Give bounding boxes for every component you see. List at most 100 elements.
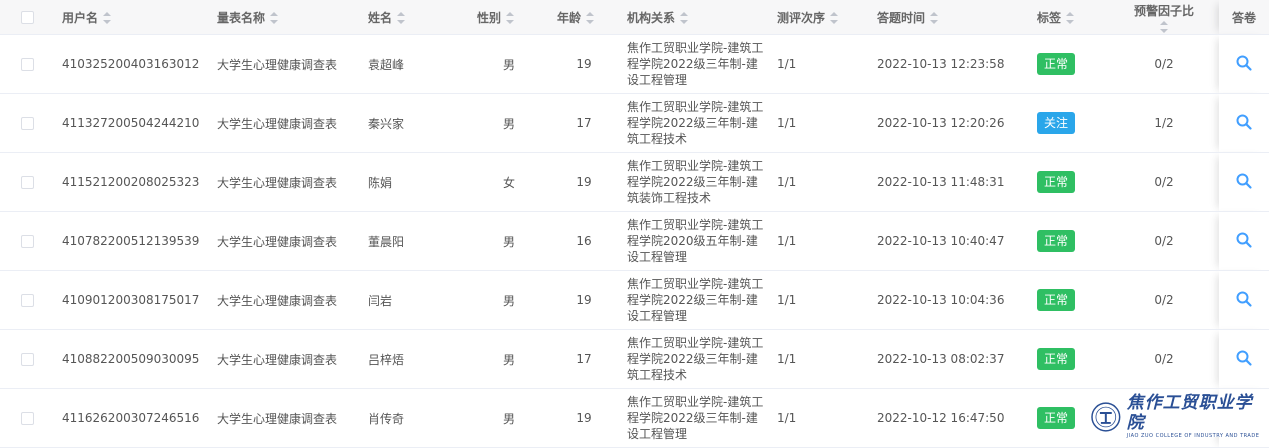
cell-time: 2022-10-13 10:04:36 <box>869 270 1029 330</box>
cell-scale-name: 大学生心理健康调查表 <box>209 152 360 212</box>
row-checkbox-cell <box>0 34 54 94</box>
sort-icon[interactable] <box>680 12 689 24</box>
cell-scale-name: 大学生心理健康调查表 <box>209 388 360 448</box>
cell-user-id: 410901200308175017 <box>54 270 209 330</box>
cell-user-id: 410782200512139539 <box>54 211 209 271</box>
cell-gender: 女 <box>469 152 549 212</box>
cell-order: 1/1 <box>769 270 869 330</box>
cell-scale-name: 大学生心理健康调查表 <box>209 93 360 153</box>
sort-icon[interactable] <box>1066 12 1075 24</box>
table-row[interactable]: 410325200403163012 大学生心理健康调查表 袁超峰男 19 焦作工贸职业… <box>0 34 1269 94</box>
cell-gender: 男 <box>469 34 549 94</box>
table-row[interactable]: 411327200504244210 大学生心理健康调查表 秦兴家男 17 焦作工贸职业… <box>0 93 1269 153</box>
cell-tag: 正常 <box>1029 211 1109 271</box>
cell-answer <box>1219 152 1269 212</box>
cell-answer <box>1219 329 1269 389</box>
row-checkbox[interactable] <box>20 294 34 307</box>
cell-age: 19 <box>549 34 619 94</box>
table-row[interactable]: 411626200307246516 大学生心理健康调查表 肖传奇男 19 焦作工贸职业… <box>0 388 1269 448</box>
cell-org: 焦作工贸职业学院-建筑工程学院2022级三年制-建设工程管理 <box>619 270 769 330</box>
col-header-order[interactable]: 测评次序 <box>769 0 869 35</box>
col-header-time[interactable]: 答题时间 <box>869 0 1029 35</box>
cell-ratio: 0/2 <box>1109 329 1219 389</box>
sort-icon[interactable] <box>930 12 939 24</box>
row-checkbox[interactable] <box>20 176 34 189</box>
table-row[interactable]: 410882200509030095 大学生心理健康调查表 吕梓焐男 17 焦作工贸职业… <box>0 329 1269 389</box>
cell-gender: 男 <box>469 93 549 153</box>
col-header-org[interactable]: 机构关系 <box>619 0 769 35</box>
sort-icon[interactable] <box>270 12 279 24</box>
table-row[interactable]: 411521200208025323 大学生心理健康调查表 陈娟女 19 焦作工贸职业学… <box>0 152 1269 212</box>
search-icon[interactable] <box>1235 231 1253 249</box>
college-name-cn: 焦作工贸职业学院 <box>1126 393 1253 433</box>
college-emblem-icon <box>1091 401 1121 432</box>
cell-tag: 正常 <box>1029 152 1109 212</box>
cell-org: 焦作工贸职业学院-建筑工程学院2022级三年制-建筑工程技术 <box>619 93 769 153</box>
table-row[interactable]: 410782200512139539 大学生心理健康调查表 董晨阳男 16 焦作工贸职业… <box>0 211 1269 271</box>
sort-icon[interactable] <box>830 12 839 24</box>
row-checkbox-cell <box>0 270 54 330</box>
cell-user-id: 410325200403163012 <box>54 34 209 94</box>
row-checkbox[interactable] <box>20 412 34 425</box>
select-all-checkbox[interactable] <box>20 11 34 24</box>
cell-age: 17 <box>549 93 619 153</box>
sort-icon[interactable] <box>1160 20 1168 33</box>
sort-icon[interactable] <box>506 12 515 24</box>
cell-order: 1/1 <box>769 34 869 94</box>
search-icon[interactable] <box>1235 54 1253 72</box>
sort-icon[interactable] <box>586 12 595 24</box>
search-icon[interactable] <box>1235 290 1253 308</box>
search-icon[interactable] <box>1235 172 1253 190</box>
cell-ratio: 0/2 <box>1109 211 1219 271</box>
row-checkbox[interactable] <box>20 353 34 366</box>
cell-tag: 正常 <box>1029 270 1109 330</box>
cell-answer <box>1219 211 1269 271</box>
cell-order: 1/1 <box>769 152 869 212</box>
col-header-ratio[interactable]: 预警因子比 <box>1109 0 1219 35</box>
table-row[interactable]: 410901200308175017 大学生心理健康调查表 闫岩男 19 焦作工贸职业学… <box>0 270 1269 330</box>
cell-org: 焦作工贸职业学院-建筑工程学院2022级三年制-建筑工程技术 <box>619 329 769 389</box>
cell-time: 2022-10-13 12:23:58 <box>869 34 1029 94</box>
cell-gender: 男 <box>469 329 549 389</box>
cell-answer <box>1219 93 1269 153</box>
search-icon[interactable] <box>1235 113 1253 131</box>
sort-icon[interactable] <box>103 12 112 24</box>
col-header-tag[interactable]: 标签 <box>1029 0 1109 35</box>
cell-user-id: 411521200208025323 <box>54 152 209 212</box>
row-checkbox-cell <box>0 329 54 389</box>
cell-tag: 正常 <box>1029 34 1109 94</box>
cell-scale-name: 大学生心理健康调查表 <box>209 329 360 389</box>
sort-icon[interactable] <box>397 12 406 24</box>
col-header-user-id[interactable]: 用户名 <box>54 0 209 35</box>
cell-time: 2022-10-13 10:40:47 <box>869 211 1029 271</box>
col-header-name[interactable]: 姓名 <box>360 0 469 35</box>
college-logo: 焦作工贸职业学院 JIAO ZUO COLLEGE OF INDUSTRY AN… <box>1085 393 1269 439</box>
cell-user-id: 410882200509030095 <box>54 329 209 389</box>
row-checkbox[interactable] <box>20 58 34 71</box>
cell-tag: 关注 <box>1029 93 1109 153</box>
status-badge: 正常 <box>1037 407 1076 429</box>
cell-ratio: 0/2 <box>1109 34 1219 94</box>
row-checkbox-cell <box>0 152 54 212</box>
cell-age: 19 <box>549 388 619 448</box>
col-header-age[interactable]: 年龄 <box>549 0 619 35</box>
row-checkbox-cell <box>0 211 54 271</box>
cell-answer <box>1219 34 1269 94</box>
status-badge: 正常 <box>1037 289 1076 311</box>
row-checkbox[interactable] <box>20 117 34 130</box>
cell-org: 焦作工贸职业学院-建筑工程学院2022级三年制-建设工程管理 <box>619 388 769 448</box>
cell-order: 1/1 <box>769 211 869 271</box>
col-header-gender[interactable]: 性别 <box>469 0 549 35</box>
answer-records-table: 用户名 量表名称 姓名 性别 年龄 机构关系 测评次序 答题时间 标签 预警因子… <box>0 0 1269 448</box>
col-header-scale-name[interactable]: 量表名称 <box>209 0 360 35</box>
cell-name: 秦兴家 <box>360 93 469 153</box>
cell-name: 吕梓焐 <box>360 329 469 389</box>
row-checkbox-cell <box>0 388 54 448</box>
cell-user-id: 411626200307246516 <box>54 388 209 448</box>
search-icon[interactable] <box>1235 349 1253 367</box>
row-checkbox[interactable] <box>20 235 34 248</box>
col-header-answer: 答卷 <box>1219 0 1269 35</box>
cell-org: 焦作工贸职业学院-建筑工程学院2020级五年制-建设工程管理 <box>619 211 769 271</box>
select-all-checkbox-cell <box>0 0 54 35</box>
cell-name: 袁超峰 <box>360 34 469 94</box>
